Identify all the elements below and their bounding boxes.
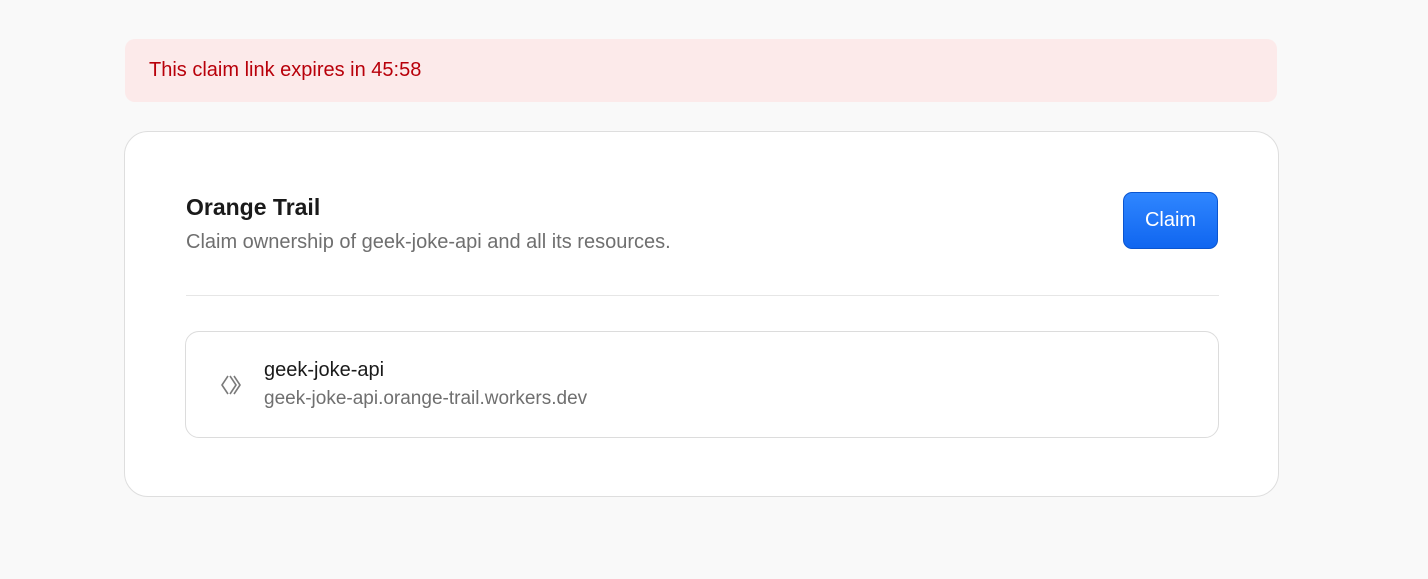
card-header: Orange Trail Claim ownership of geek-jok… xyxy=(186,194,1219,254)
resource-url: geek-joke-api.orange-trail.workers.dev xyxy=(264,388,588,409)
divider xyxy=(186,295,1219,296)
claim-description: Claim ownership of geek-joke-api and all… xyxy=(186,231,671,253)
expiry-banner: This claim link expires in 45:58 xyxy=(125,39,1277,102)
resource-details: geek-joke-api geek-joke-api.orange-trail… xyxy=(264,359,587,410)
claim-card: Orange Trail Claim ownership of geek-jok… xyxy=(124,131,1279,497)
account-title: Orange Trail xyxy=(186,194,321,220)
resource-item: geek-joke-api geek-joke-api.orange-trail… xyxy=(185,331,1219,438)
expiry-message: This claim link expires in 45:58 xyxy=(149,59,422,81)
worker-icon xyxy=(218,371,246,399)
claim-button[interactable]: Claim xyxy=(1123,192,1218,249)
resource-name: geek-joke-api xyxy=(264,359,385,381)
